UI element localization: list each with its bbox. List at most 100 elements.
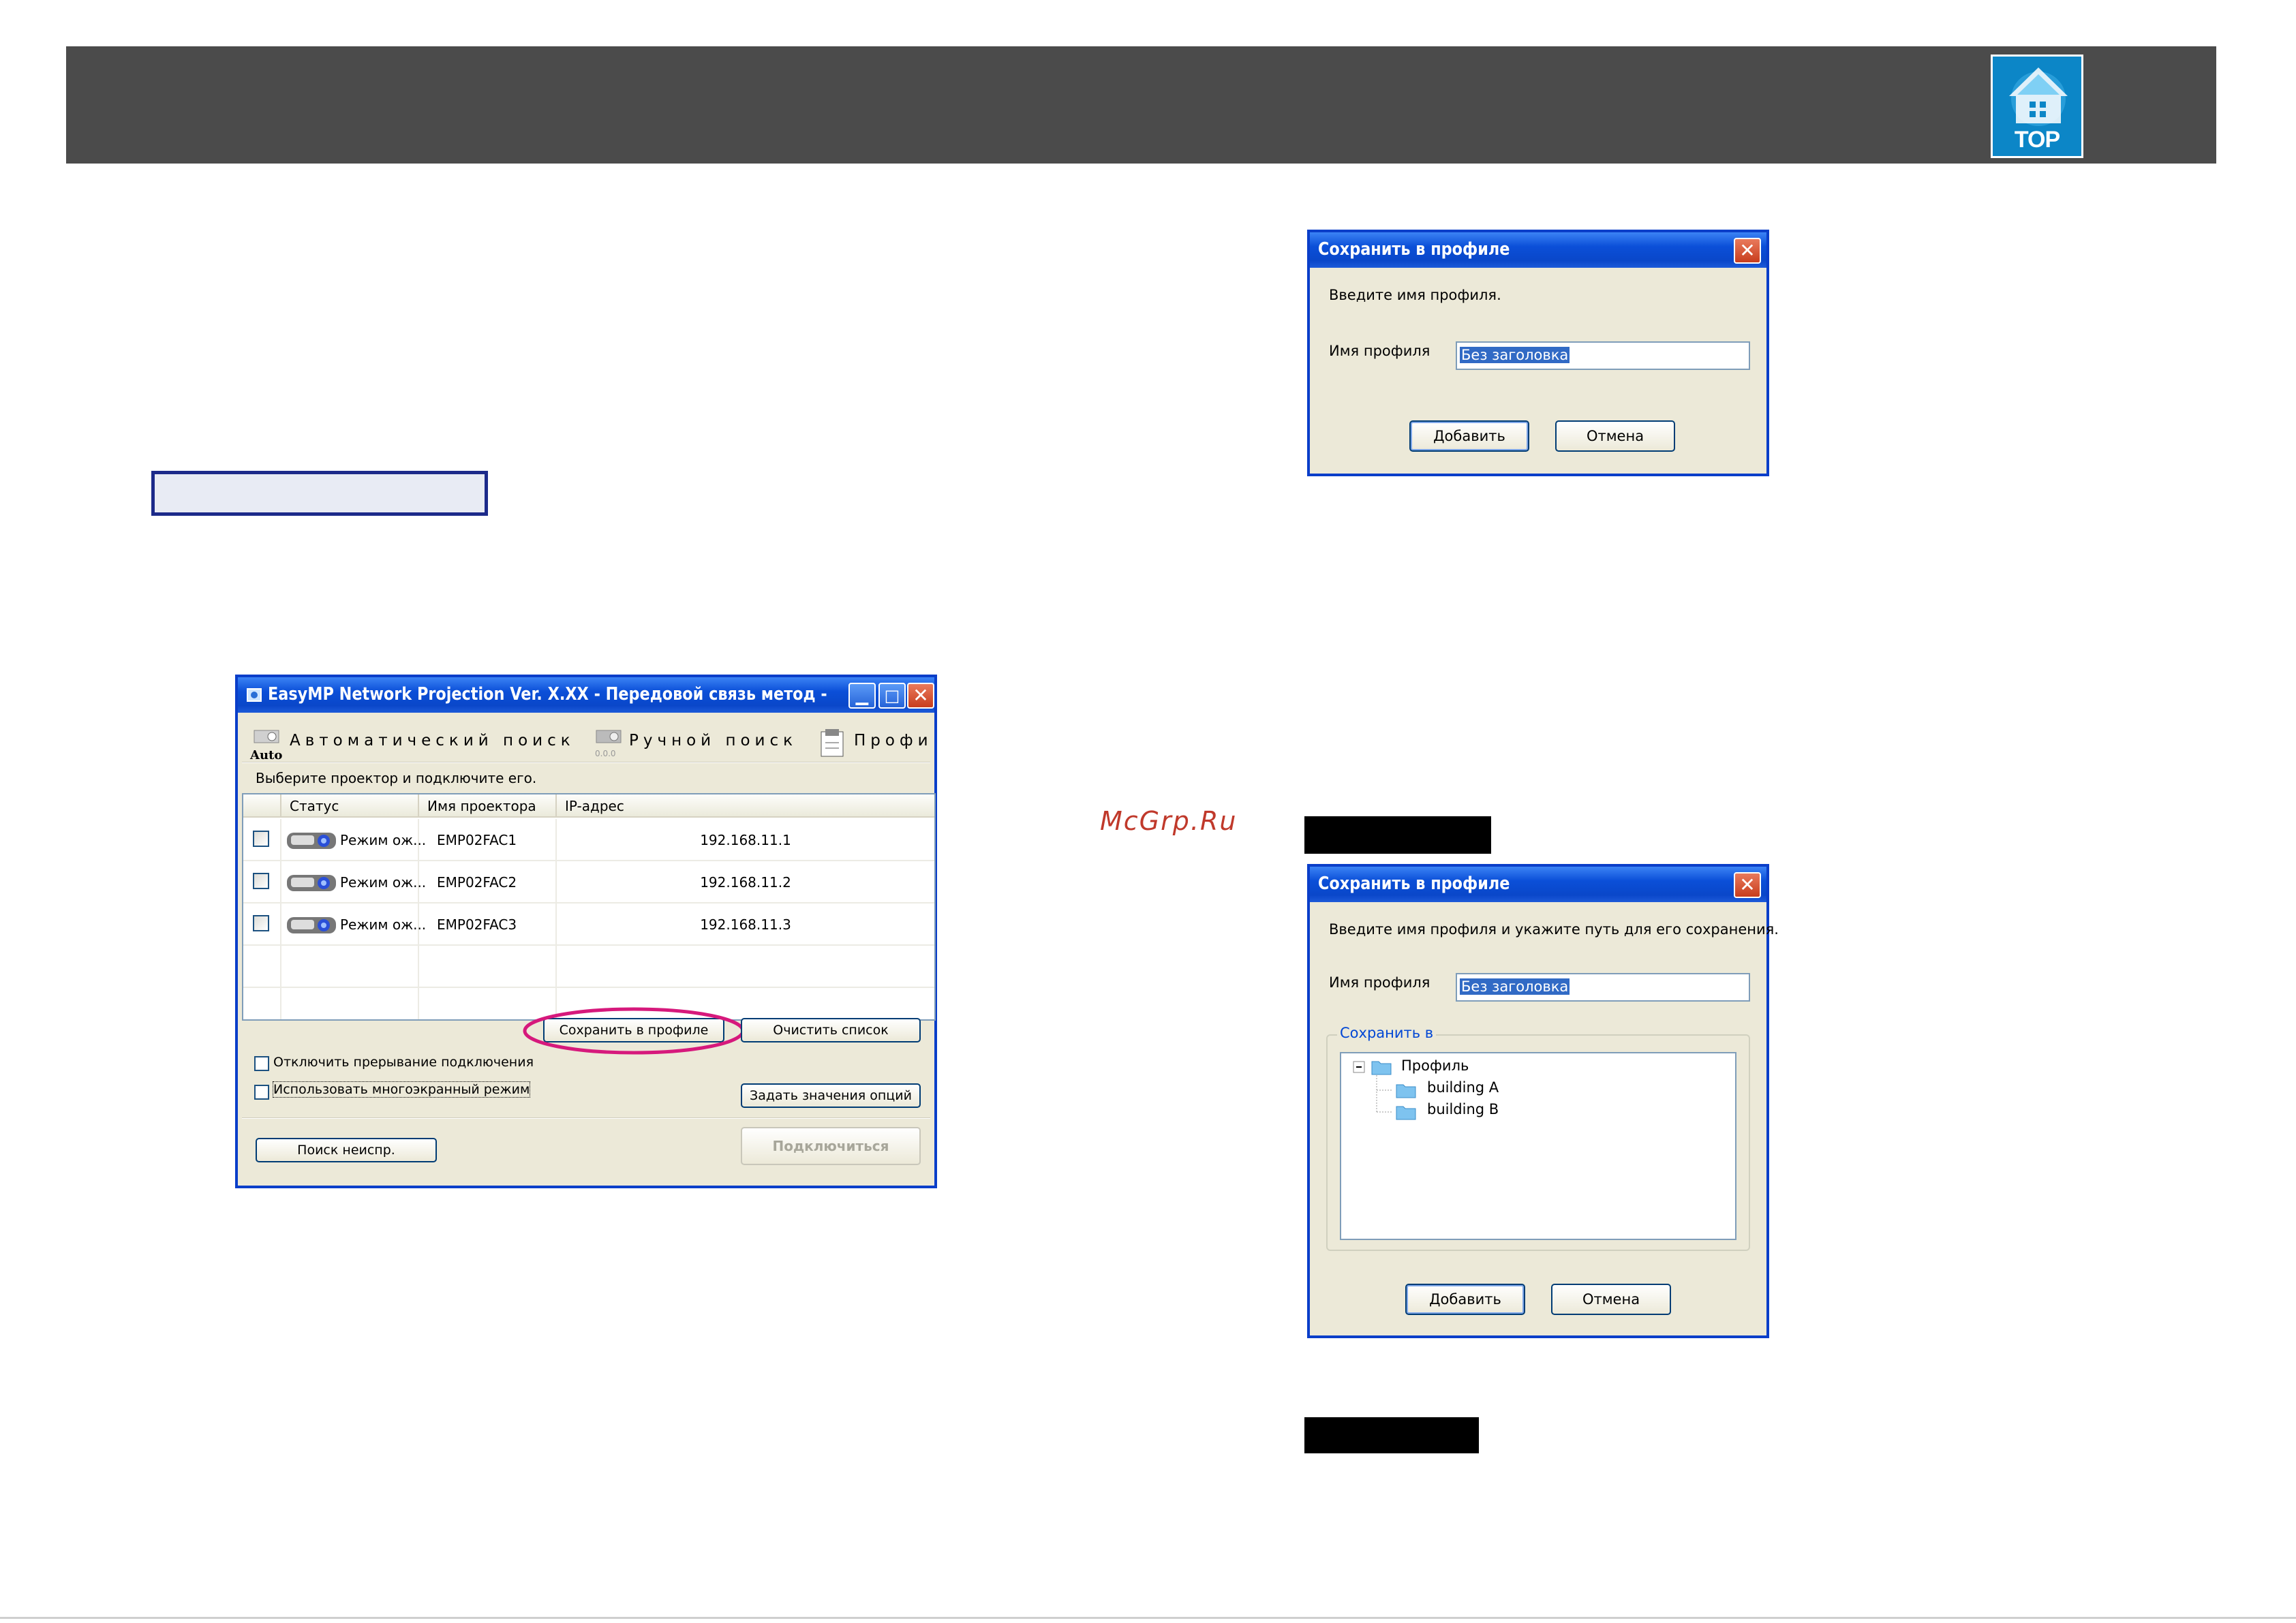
dialog2-profile-name-input[interactable]: Без заголовка [1456, 973, 1750, 1002]
tree-root-profile[interactable]: Профиль [1401, 1057, 1469, 1074]
toolbar-separator [242, 762, 930, 763]
dialog2-name-label: Имя профиля [1329, 974, 1430, 991]
projector-icon [287, 833, 336, 849]
row-checkbox[interactable] [253, 873, 269, 889]
row-name: EMP02FAC1 [419, 819, 557, 861]
header-ip-address[interactable]: IP-адрес [557, 794, 934, 818]
bottom-separator [242, 1117, 930, 1119]
header-band [66, 46, 2216, 164]
row-ip: 192.168.11.2 [700, 874, 791, 891]
row-check-cell [243, 819, 281, 861]
row-status: Режим ож... [340, 832, 427, 848]
table-row[interactable]: Режим ож... EMP02FAC1 192.168.11.1 [243, 819, 934, 861]
row-name: EMP02FAC2 [419, 861, 557, 903]
profile-tab[interactable]: Профи [854, 732, 933, 749]
row-ip: 192.168.11.3 [700, 916, 791, 933]
dialog2-cancel-button[interactable]: Отмена [1551, 1284, 1671, 1315]
connect-button[interactable]: Подключиться [741, 1127, 921, 1165]
save-profile-dialog-simple: Сохранить в профиле ✕ Введите имя профил… [1307, 230, 1769, 476]
list-header: Статус Имя проектора IP-адрес [243, 794, 934, 818]
profile-icon[interactable] [816, 726, 850, 760]
row-status: Режим ож... [340, 916, 427, 933]
section-label-box [151, 471, 488, 516]
easymp-title: EasyMP Network Projection Ver. X.XX - Пе… [268, 684, 827, 705]
dialog1-title: Сохранить в профиле [1318, 239, 1510, 260]
projector-list[interactable]: Статус Имя проектора IP-адрес Режим ож..… [242, 793, 936, 1021]
header-check [243, 794, 281, 818]
row-ip: 192.168.11.1 [700, 832, 791, 848]
page: TOP EasyMP Network Projection Ver. X.XX … [0, 0, 2296, 1623]
disable-interrupt-label[interactable]: Отключить прерывание подключения [273, 1055, 534, 1070]
top-button[interactable]: TOP [1991, 55, 2083, 158]
manual-search-tab[interactable]: Ручной поиск [629, 732, 797, 749]
dialog1-close-button[interactable]: ✕ [1734, 238, 1761, 264]
dialog2-profile-name-value: Без заголовка [1460, 978, 1570, 995]
clear-list-button[interactable]: Очистить список [741, 1018, 921, 1042]
row-name: EMP02FAC3 [419, 903, 557, 946]
folder-icon [1396, 1084, 1416, 1098]
top-label: TOP [2014, 127, 2060, 153]
top-home-icon [2009, 67, 2068, 126]
row-checkbox[interactable] [253, 915, 269, 931]
set-options-button[interactable]: Задать значения опций [741, 1083, 921, 1108]
row-checkbox[interactable] [253, 831, 269, 847]
redacted-label-bar-1 [1304, 816, 1491, 854]
empty-cell [243, 946, 281, 988]
folder-icon [1371, 1061, 1392, 1075]
dialog1-name-label: Имя профиля [1329, 343, 1430, 359]
minimize-button[interactable]: ▁ [848, 683, 876, 709]
manual-search-icon[interactable]: 0.0.0 [592, 726, 626, 760]
row-status: Режим ож... [340, 874, 427, 891]
row-check-cell [243, 903, 281, 946]
row-check-cell [243, 861, 281, 903]
row-status-cell: Режим ож... [281, 819, 426, 861]
footer-rule [0, 1617, 2296, 1619]
table-row[interactable]: Режим ож... EMP02FAC3 192.168.11.3 [243, 903, 934, 946]
svg-text:0.0.0: 0.0.0 [595, 749, 616, 758]
tree-item-building-a[interactable]: building A [1427, 1079, 1499, 1096]
empty-cell [419, 946, 557, 988]
tree-item-building-b[interactable]: building B [1427, 1101, 1499, 1117]
auto-icon-label: Auto [250, 748, 283, 762]
easymp-title-bar[interactable]: EasyMP Network Projection Ver. X.XX - Пе… [238, 677, 934, 713]
empty-cell [281, 988, 419, 1019]
dialog1-instruction: Введите имя профиля. [1329, 287, 1501, 303]
table-row[interactable]: Режим ож... EMP02FAC2 192.168.11.2 [243, 861, 934, 903]
dialog2-title-bar[interactable]: Сохранить в профиле [1310, 867, 1766, 902]
dialog1-title-bar[interactable]: Сохранить в профиле [1310, 232, 1766, 268]
save-profile-dialog-with-path: Сохранить в профиле ✕ Введите имя профил… [1307, 864, 1779, 1338]
dialog1-cancel-button[interactable]: Отмена [1555, 420, 1675, 452]
dialog1-profile-name-value: Без заголовка [1460, 347, 1570, 363]
save-in-tree[interactable]: Профиль building A building B [1340, 1052, 1736, 1240]
watermark-text: McGrp.Ru [1100, 806, 1238, 836]
dialog2-instruction: Введите имя профиля и укажите путь для е… [1329, 921, 1779, 938]
empty-cell [281, 946, 419, 988]
multiscreen-checkbox[interactable] [254, 1085, 269, 1100]
dialog1-add-button[interactable]: Добавить [1409, 420, 1529, 452]
save-profile-highlight-ellipse [523, 1007, 745, 1055]
search-faulty-button[interactable]: Поиск неиспр. [256, 1138, 437, 1162]
projector-icon [287, 875, 336, 891]
easymp-window: EasyMP Network Projection Ver. X.XX - Пе… [235, 675, 937, 1188]
save-in-label: Сохранить в [1337, 1025, 1437, 1041]
header-status[interactable]: Статус [281, 794, 419, 818]
redacted-label-bar-2 [1304, 1417, 1479, 1453]
dialog2-close-button[interactable]: ✕ [1734, 872, 1761, 898]
table-row-empty [243, 946, 934, 988]
row-status-cell: Режим ож... [281, 861, 426, 903]
multiscreen-label[interactable]: Использовать многоэкранный режим [272, 1081, 531, 1098]
app-icon [247, 687, 262, 702]
disable-interrupt-checkbox[interactable] [254, 1056, 269, 1071]
header-projector-name[interactable]: Имя проектора [419, 794, 557, 818]
dialog1-profile-name-input[interactable]: Без заголовка [1456, 341, 1750, 370]
auto-search-tab[interactable]: Автоматический поиск [290, 732, 575, 749]
close-button[interactable]: ✕ [907, 683, 934, 709]
projector-icon [287, 917, 336, 933]
empty-cell [243, 988, 281, 1019]
select-projector-prompt: Выберите проектор и подключите его. [256, 770, 537, 786]
dialog2-title: Сохранить в профиле [1318, 874, 1510, 894]
dialog2-add-button[interactable]: Добавить [1405, 1284, 1525, 1315]
folder-icon [1396, 1106, 1416, 1120]
maximize-button[interactable]: □ [878, 683, 906, 709]
row-status-cell: Режим ож... [281, 903, 426, 946]
